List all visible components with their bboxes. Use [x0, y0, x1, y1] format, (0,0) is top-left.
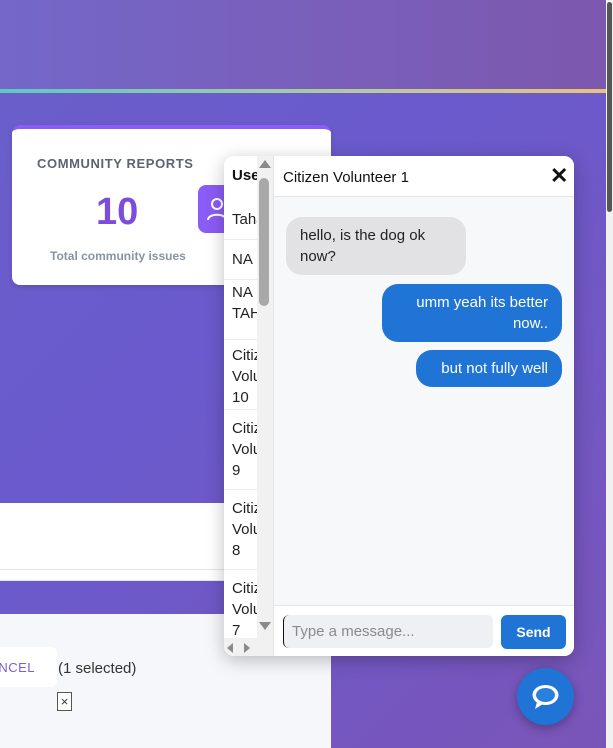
selected-count: (1 selected): [58, 660, 137, 677]
accent-divider: [0, 89, 606, 93]
user-list-item-label: NA TAHA: [232, 284, 258, 322]
user-list-item[interactable]: NA TAHA: [224, 280, 258, 340]
page-scrollbar[interactable]: [606, 0, 613, 748]
message-line: now?: [300, 248, 336, 265]
scroll-right-arrow-icon[interactable]: [244, 643, 250, 653]
top-banner: [0, 0, 613, 90]
user-list-item[interactable]: Citizen Volunteer 9: [224, 410, 258, 490]
message-incoming: hello, is the dog ok now?: [286, 217, 466, 275]
user-list-scroll-thumb[interactable]: [259, 178, 269, 306]
chat-bubble-icon: [532, 685, 559, 709]
user-list-item-label: Citizen Volunteer 8: [232, 500, 258, 559]
chat-conversation: Citizen Volunteer 1 ✕ hello, is the dog …: [274, 156, 574, 656]
user-list-hscrollbar[interactable]: [224, 638, 273, 656]
close-icon[interactable]: ✕: [550, 165, 568, 187]
scroll-left-arrow-icon[interactable]: [227, 643, 233, 653]
user-list-scrollbar[interactable]: [257, 156, 273, 638]
chat-window: Users Taha NA NA TAHA Citizen Volunteer …: [224, 156, 574, 656]
report-card-subtitle: Total community issues: [50, 249, 186, 263]
clear-selection-button[interactable]: ×: [57, 692, 72, 711]
cancel-button[interactable]: NCEL: [0, 647, 57, 687]
chat-header: Citizen Volunteer 1 ✕: [274, 156, 574, 197]
chat-toggle-button[interactable]: [517, 668, 574, 725]
message-outgoing: but not fully well: [416, 350, 562, 387]
scroll-down-arrow-icon[interactable]: [259, 622, 271, 630]
user-list-item-label: Citizen Volunteer 10: [232, 347, 258, 406]
message-line: hello, is the dog ok: [300, 227, 426, 244]
report-card-title: COMMUNITY REPORTS: [37, 156, 194, 171]
report-card-value: 10: [96, 191, 139, 233]
content-panel: [0, 503, 240, 581]
message-line: but not fully well: [441, 360, 548, 377]
message-line: umm yeah its better: [416, 294, 548, 311]
panel-divider: [0, 569, 240, 570]
message-line: now..: [512, 315, 548, 332]
scroll-up-arrow-icon[interactable]: [259, 160, 271, 168]
message-outgoing: umm yeah its better now..: [382, 284, 562, 342]
message-input[interactable]: [283, 615, 493, 648]
user-list-item-label: Citizen Volunteer 9: [232, 420, 258, 479]
chat-active-user: Citizen Volunteer 1: [283, 169, 409, 186]
user-list-item[interactable]: Citizen Volunteer 8: [224, 490, 258, 570]
user-list-item[interactable]: Taha: [224, 200, 258, 240]
chat-user-list: Users Taha NA NA TAHA Citizen Volunteer …: [224, 156, 274, 656]
user-list-item[interactable]: NA: [224, 240, 258, 280]
user-list-item-label: Citizen Volunteer 7: [232, 580, 258, 639]
page-scrollbar-thumb[interactable]: [607, 2, 612, 212]
user-list-item[interactable]: Citizen Volunteer 10: [224, 340, 258, 410]
send-button[interactable]: Send: [501, 615, 566, 649]
chat-composer: Send: [274, 605, 574, 656]
